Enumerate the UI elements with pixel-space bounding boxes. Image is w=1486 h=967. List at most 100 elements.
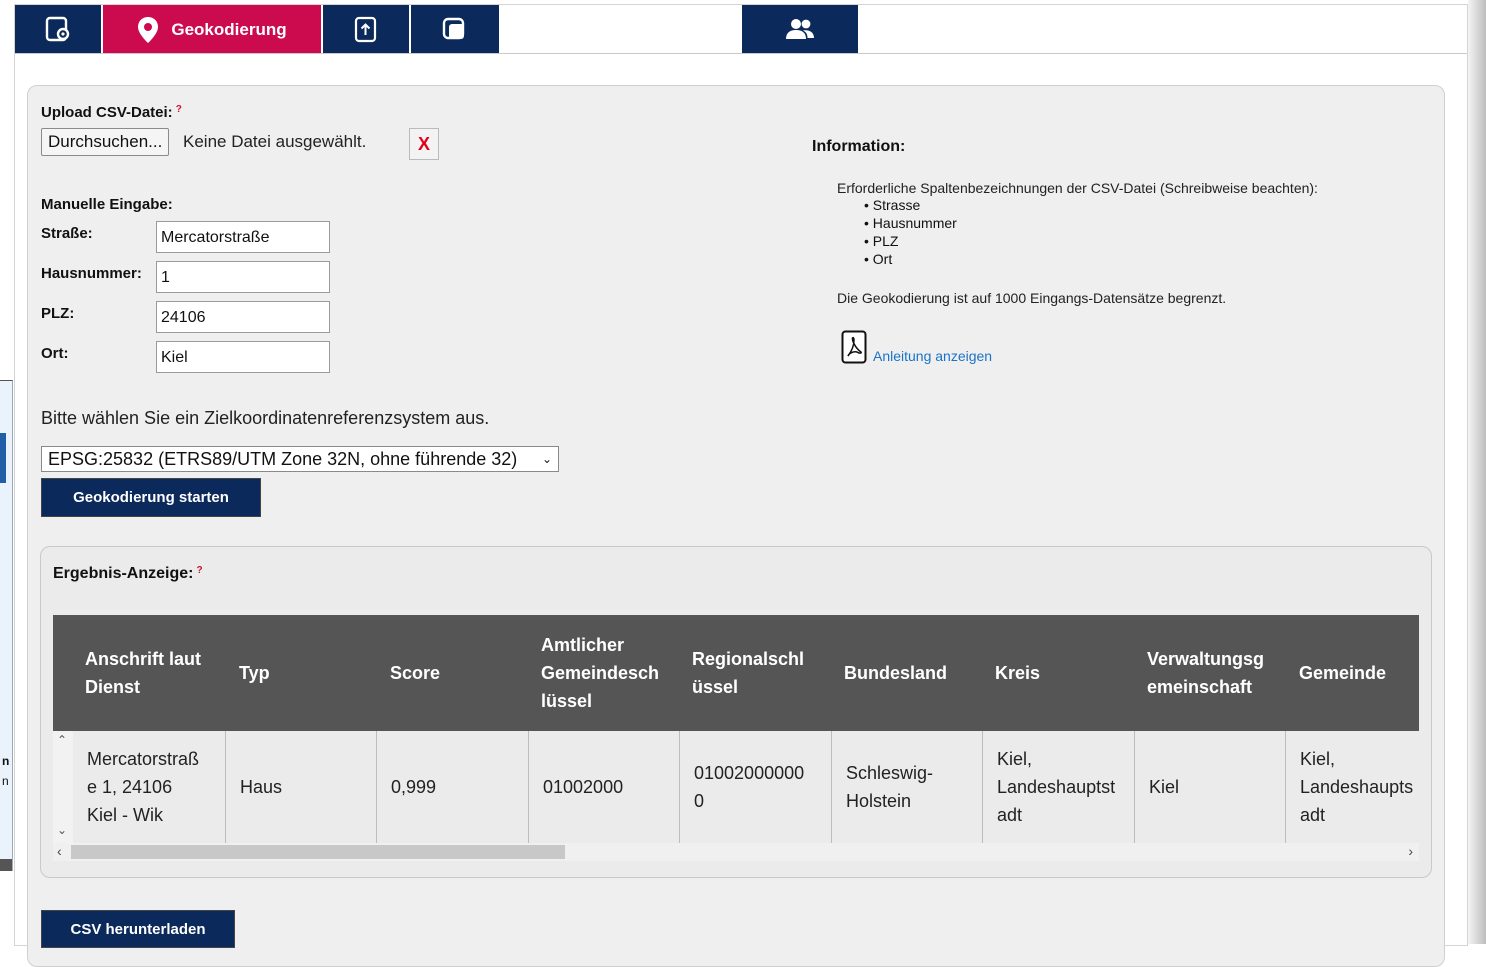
manual-link[interactable]: Anleitung anzeigen — [873, 348, 992, 364]
crs-selected-value: EPSG:25832 (ETRS89/UTM Zone 32N, ohne fü… — [48, 449, 518, 469]
street-input[interactable]: Mercatorstraße — [156, 221, 330, 253]
cell-line: adt — [997, 805, 1023, 825]
window-shadow — [1468, 0, 1486, 944]
column-header-district[interactable]: Kreis — [995, 615, 1115, 731]
column-header-admin-community[interactable]: Verwaltungsg emeinschaft — [1147, 615, 1277, 731]
location-pin-icon — [138, 16, 159, 43]
cell-municipality: Kiel, Landeshaupts adt — [1285, 731, 1419, 843]
pdf-icon[interactable] — [841, 330, 867, 364]
crs-prompt: Bitte wählen Sie ein Zielkoordinatenrefe… — [41, 408, 490, 428]
download-csv-button[interactable]: CSV herunterladen — [41, 910, 235, 948]
cell-text: 01002000000 0 — [694, 759, 804, 815]
header-text: Amtlicher Gemeindesch lüssel — [541, 631, 659, 715]
house-number-input[interactable]: 1 — [156, 261, 330, 293]
cell-score: 0,999 — [376, 731, 528, 843]
upload-label: Upload CSV-Datei:? — [41, 104, 182, 121]
result-help-icon[interactable]: ? — [196, 565, 202, 576]
header-line: Regionalschl — [692, 649, 805, 669]
browse-button[interactable]: Durchsuchen... — [41, 128, 170, 156]
header-line: Bundesland — [844, 663, 948, 683]
cell-line: Haus — [240, 777, 283, 797]
tab-map-device[interactable] — [15, 5, 101, 54]
info-title: Information: — [812, 138, 906, 155]
chevron-down-icon: ⌄ — [541, 452, 552, 466]
tab-users[interactable] — [742, 5, 858, 54]
postal-code-input[interactable]: 24106 — [156, 301, 330, 333]
tab-upload[interactable] — [323, 5, 409, 54]
tab-layers[interactable] — [411, 5, 499, 54]
cell-line: Kiel — [1149, 777, 1180, 797]
cell-state: Schleswig- Holstein — [831, 731, 982, 843]
vertical-scrollbar[interactable]: ⌃ ⌄ — [53, 731, 73, 843]
column-header-regional-key[interactable]: Regionalschl üssel — [692, 615, 822, 731]
column-header-address[interactable]: Anschrift laut Dienst — [85, 615, 215, 731]
cell-line: 0,999 — [391, 777, 437, 797]
header-line: Typ — [239, 663, 270, 683]
background-accent — [0, 433, 6, 483]
result-title: Ergebnis-Anzeige:? — [53, 565, 203, 583]
users-icon — [786, 18, 814, 39]
list-item: Ort — [864, 250, 957, 268]
cell-line: 0 — [694, 791, 705, 811]
manual-input-heading: Manuelle Eingabe: — [41, 196, 173, 213]
cell-line: adt — [1300, 805, 1326, 825]
background-text-fragment: n — [2, 754, 10, 768]
header-line: Kreis — [995, 663, 1041, 683]
tab-bar: Geokodierung — [15, 5, 1467, 54]
cell-text: Kiel, Landeshauptst adt — [997, 745, 1115, 829]
cell-regional-key: 01002000000 0 — [679, 731, 831, 843]
header-line: Anschrift laut — [85, 649, 202, 669]
header-text: Verwaltungsg emeinschaft — [1147, 645, 1264, 701]
cell-line: e 1, 24106 — [87, 777, 173, 797]
scroll-right-icon[interactable]: › — [1408, 843, 1413, 859]
column-header-municipality-key[interactable]: Amtlicher Gemeindesch lüssel — [541, 615, 671, 731]
header-line: Gemeinde — [1299, 663, 1387, 683]
street-label: Straße: — [41, 225, 93, 242]
upload-help-icon[interactable]: ? — [176, 104, 182, 115]
cell-line: Mercatorstraß — [87, 749, 200, 769]
info-text-columns: Erforderliche Spaltenbezeichnungen der C… — [837, 180, 1318, 196]
crs-select[interactable]: EPSG:25832 (ETRS89/UTM Zone 32N, ohne fü… — [41, 446, 559, 472]
cell-address: Mercatorstraß e 1, 24106 Kiel - Wik — [73, 731, 225, 843]
background-text-fragment: n — [2, 774, 9, 788]
result-table-header: Anschrift laut Dienst Typ Score Amtlicher… — [53, 615, 1419, 731]
city-input[interactable]: Kiel — [156, 341, 330, 373]
header-line: Amtlicher — [541, 635, 625, 655]
header-line: Score — [390, 663, 441, 683]
info-limit-text: Die Geokodierung ist auf 1000 Eingangs-D… — [837, 290, 1227, 306]
column-header-state[interactable]: Bundesland — [844, 615, 974, 731]
clear-file-button[interactable]: X — [409, 128, 439, 160]
header-line: emeinschaft — [1147, 677, 1253, 697]
postal-code-label: PLZ: — [41, 305, 75, 322]
cell-line: Kiel, — [1300, 749, 1336, 769]
layers-copy-icon — [442, 17, 465, 39]
scroll-up-icon[interactable]: ⌃ — [57, 733, 67, 747]
house-number-label: Hausnummer: — [41, 265, 142, 282]
header-line: lüssel — [541, 691, 593, 711]
list-item: Hausnummer — [864, 214, 957, 232]
map-device-icon — [45, 16, 70, 41]
background-window-fragment: n n — [0, 380, 13, 871]
header-line: Dienst — [85, 677, 141, 697]
column-header-type[interactable]: Typ — [239, 615, 359, 731]
header-line: Gemeindesch — [541, 663, 660, 683]
scroll-left-icon[interactable]: ‹ — [57, 843, 62, 859]
cell-line: 01002000000 — [694, 763, 805, 783]
cell-line: Landeshauptst — [997, 777, 1116, 797]
result-table-body: ⌃ ⌄ Mercatorstraß e 1, 24106 Kiel - Wik Ha… — [53, 731, 1419, 843]
start-geocoding-button[interactable]: Geokodierung starten — [41, 478, 261, 517]
cell-text: Kiel, Landeshaupts adt — [1300, 745, 1413, 829]
column-header-municipality[interactable]: Gemeinde — [1299, 615, 1419, 731]
scroll-down-icon[interactable]: ⌄ — [57, 823, 67, 837]
tab-bar-divider — [15, 53, 1467, 54]
upload-label-text: Upload CSV-Datei: — [41, 104, 173, 121]
tab-geokodierung[interactable]: Geokodierung — [103, 5, 321, 54]
header-line: Verwaltungsg — [1147, 649, 1265, 669]
horizontal-scrollbar[interactable]: ‹ › — [53, 843, 1419, 861]
column-header-score[interactable]: Score — [390, 615, 510, 731]
header-line: üssel — [692, 677, 739, 697]
file-upload-icon — [354, 16, 377, 42]
scrollbar-thumb[interactable] — [71, 845, 565, 859]
header-text: Anschrift laut Dienst — [85, 645, 201, 701]
cell-line: 01002000 — [543, 777, 624, 797]
